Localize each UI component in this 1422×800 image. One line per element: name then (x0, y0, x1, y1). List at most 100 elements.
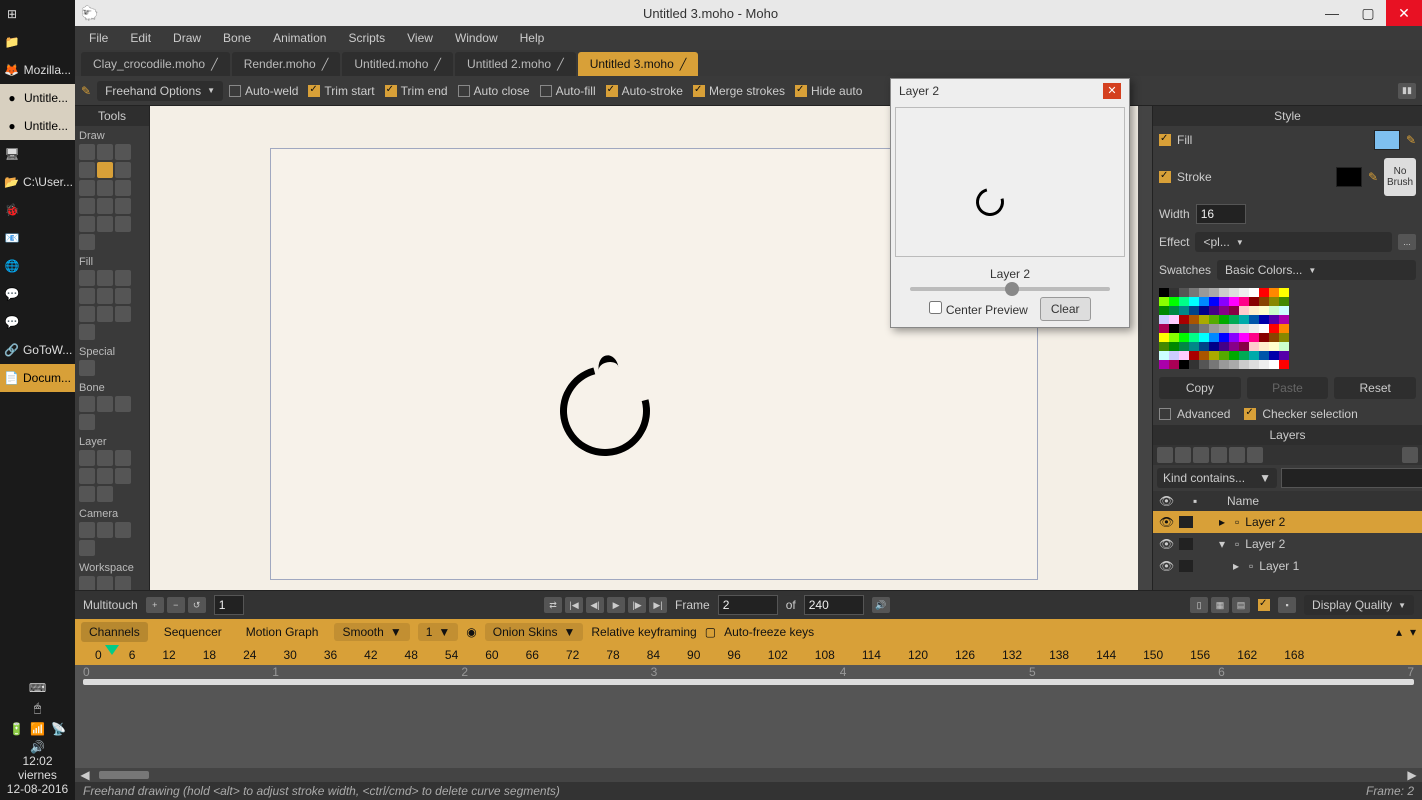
swatch-cell[interactable] (1159, 315, 1169, 324)
swatch-cell[interactable] (1209, 324, 1219, 333)
tool-button[interactable] (79, 180, 95, 196)
slider-thumb[interactable] (1005, 282, 1019, 296)
stroke-color-swatch[interactable] (1336, 167, 1362, 187)
swatch-cell[interactable] (1169, 324, 1179, 333)
fill-color-swatch[interactable] (1374, 130, 1400, 150)
volume-icon[interactable]: 🔊 (4, 740, 71, 754)
visibility-icon[interactable]: 👁 (1159, 515, 1173, 529)
menu-scripts[interactable]: Scripts (338, 28, 395, 48)
swatch-cell[interactable] (1189, 333, 1199, 342)
swatch-cell[interactable] (1199, 351, 1209, 360)
frame-input[interactable] (718, 595, 778, 615)
swatch-cell[interactable] (1179, 297, 1189, 306)
tool-button[interactable] (115, 144, 131, 160)
swatch-cell[interactable] (1179, 351, 1189, 360)
menu-help[interactable]: Help (510, 28, 555, 48)
swatch-cell[interactable] (1219, 333, 1229, 342)
swatch-cell[interactable] (1229, 288, 1239, 297)
layer-item[interactable]: 👁▸▫Layer 2 (1153, 511, 1422, 533)
dq-icon[interactable]: ▪ (1278, 597, 1296, 613)
swatches-grid[interactable] (1153, 284, 1422, 373)
tool-button[interactable] (97, 468, 113, 484)
display-quality-dropdown[interactable]: Display Quality ▼ (1304, 595, 1414, 615)
checkbox-icon[interactable] (606, 85, 618, 97)
swatch-cell[interactable] (1239, 306, 1249, 315)
effect-more-button[interactable]: ... (1398, 234, 1416, 250)
swatch-cell[interactable] (1179, 324, 1189, 333)
swatch-cell[interactable] (1209, 288, 1219, 297)
swatch-cell[interactable] (1219, 315, 1229, 324)
swatch-cell[interactable] (1189, 342, 1199, 351)
swatch-cell[interactable] (1239, 342, 1249, 351)
swatch-cell[interactable] (1199, 342, 1209, 351)
tool-button[interactable] (97, 216, 113, 232)
swatch-cell[interactable] (1189, 351, 1199, 360)
swatch-cell[interactable] (1249, 342, 1259, 351)
reset-button[interactable]: Reset (1334, 377, 1416, 399)
swatch-cell[interactable] (1259, 306, 1269, 315)
swatch-cell[interactable] (1249, 288, 1259, 297)
interp-value-dropdown[interactable]: 1▼ (418, 623, 459, 641)
tool-button[interactable] (97, 306, 113, 322)
step-fwd-button[interactable]: |▶ (628, 597, 646, 613)
swatch-cell[interactable] (1169, 333, 1179, 342)
new-layer-button[interactable] (1157, 447, 1173, 463)
maximize-button[interactable]: ▢ (1350, 0, 1386, 26)
tool-button[interactable] (79, 306, 95, 322)
tool-button[interactable] (79, 522, 95, 538)
scroll-right-icon[interactable]: ▶ (1406, 768, 1418, 782)
tool-button[interactable] (79, 360, 95, 376)
file-tab[interactable]: Untitled 2.moho╱ (455, 52, 576, 76)
swatch-cell[interactable] (1259, 342, 1269, 351)
checker-checkbox[interactable] (1244, 408, 1256, 420)
menu-window[interactable]: Window (445, 28, 508, 48)
checkbox-icon[interactable] (458, 85, 470, 97)
taskbar-item[interactable]: 💬 (0, 280, 75, 308)
tool-button[interactable] (115, 270, 131, 286)
layer-filter-dropdown[interactable]: Kind contains... ▼ (1157, 468, 1277, 488)
tool-button[interactable] (79, 234, 95, 250)
audio-button[interactable]: 🔊 (872, 597, 890, 613)
swatch-cell[interactable] (1209, 351, 1219, 360)
swatch-cell[interactable] (1259, 333, 1269, 342)
dq-checkbox[interactable] (1258, 599, 1270, 611)
tool-button[interactable] (79, 198, 95, 214)
tool-button[interactable] (79, 162, 95, 178)
mt-plus-button[interactable]: + (146, 597, 164, 613)
canvas-scrollbar-v[interactable] (1138, 106, 1152, 590)
advanced-checkbox[interactable] (1159, 408, 1171, 420)
preview-slider[interactable] (910, 287, 1110, 291)
swatch-cell[interactable] (1259, 360, 1269, 369)
swatch-cell[interactable] (1229, 297, 1239, 306)
layer-settings-button[interactable] (1247, 447, 1263, 463)
paste-button[interactable]: Paste (1247, 377, 1329, 399)
swatch-cell[interactable] (1189, 288, 1199, 297)
clear-button[interactable]: Clear (1040, 297, 1091, 321)
swatch-cell[interactable] (1179, 306, 1189, 315)
swatch-cell[interactable] (1229, 351, 1239, 360)
tool-button[interactable] (97, 396, 113, 412)
step-back-button[interactable]: ◀| (586, 597, 604, 613)
close-tab-icon[interactable]: ╱ (322, 58, 329, 71)
timeline-ruler[interactable]: 0612182430364248546066727884909610210811… (75, 645, 1422, 665)
taskbar-item[interactable]: 🐞 (0, 196, 75, 224)
tool-button[interactable] (79, 396, 95, 412)
tool-button[interactable] (97, 198, 113, 214)
swatch-cell[interactable] (1249, 324, 1259, 333)
swatch-cell[interactable] (1219, 360, 1229, 369)
swatch-cell[interactable] (1199, 297, 1209, 306)
mouse-icon[interactable]: 🖱 (34, 701, 41, 715)
taskbar-item[interactable]: ●Untitle... (0, 84, 75, 112)
swatches-dropdown[interactable]: Basic Colors... ▼ (1217, 260, 1416, 280)
swatch-cell[interactable] (1169, 315, 1179, 324)
swatch-cell[interactable] (1159, 342, 1169, 351)
tab-sequencer[interactable]: Sequencer (156, 622, 230, 642)
network-icon[interactable]: 📶 (30, 722, 45, 736)
swatch-cell[interactable] (1209, 333, 1219, 342)
swatch-cell[interactable] (1219, 324, 1229, 333)
mt-minus-button[interactable]: − (167, 597, 185, 613)
onion-skins-dropdown[interactable]: Onion Skins▼ (485, 623, 584, 641)
swatch-cell[interactable] (1269, 342, 1279, 351)
clock-time[interactable]: 12:02 (4, 754, 71, 768)
tool-button[interactable] (79, 288, 95, 304)
